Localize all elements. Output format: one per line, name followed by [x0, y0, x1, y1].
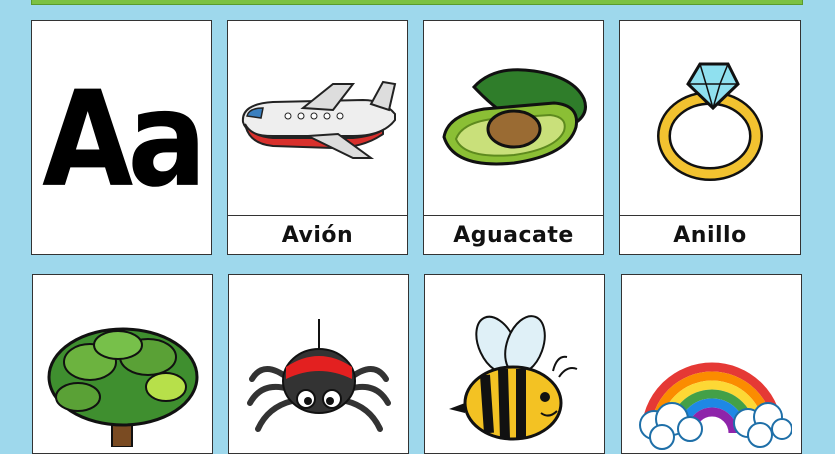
avocado-icon — [441, 67, 587, 165]
card-label: Anillo — [620, 215, 800, 254]
card-bee[interactable] — [424, 274, 605, 454]
card-label: Aguacate — [424, 215, 603, 254]
rainbow-icon — [638, 362, 792, 450]
card-avion[interactable]: Avión — [227, 20, 408, 255]
card-spider[interactable] — [228, 274, 409, 454]
card-anillo[interactable]: Anillo — [619, 20, 801, 255]
card-rainbow[interactable] — [621, 274, 802, 454]
card-aguacate[interactable]: Aguacate — [423, 20, 604, 255]
spider-icon — [246, 319, 391, 432]
letter-card[interactable]: Aa — [31, 20, 212, 255]
airplane-icon — [241, 80, 396, 159]
bee-icon — [448, 315, 577, 441]
tree-icon — [47, 327, 198, 447]
letter-display: Aa — [42, 61, 207, 216]
card-tree[interactable] — [32, 274, 213, 454]
card-label: Avión — [228, 215, 407, 254]
ring-icon — [657, 62, 763, 181]
title-banner — [31, 0, 803, 5]
